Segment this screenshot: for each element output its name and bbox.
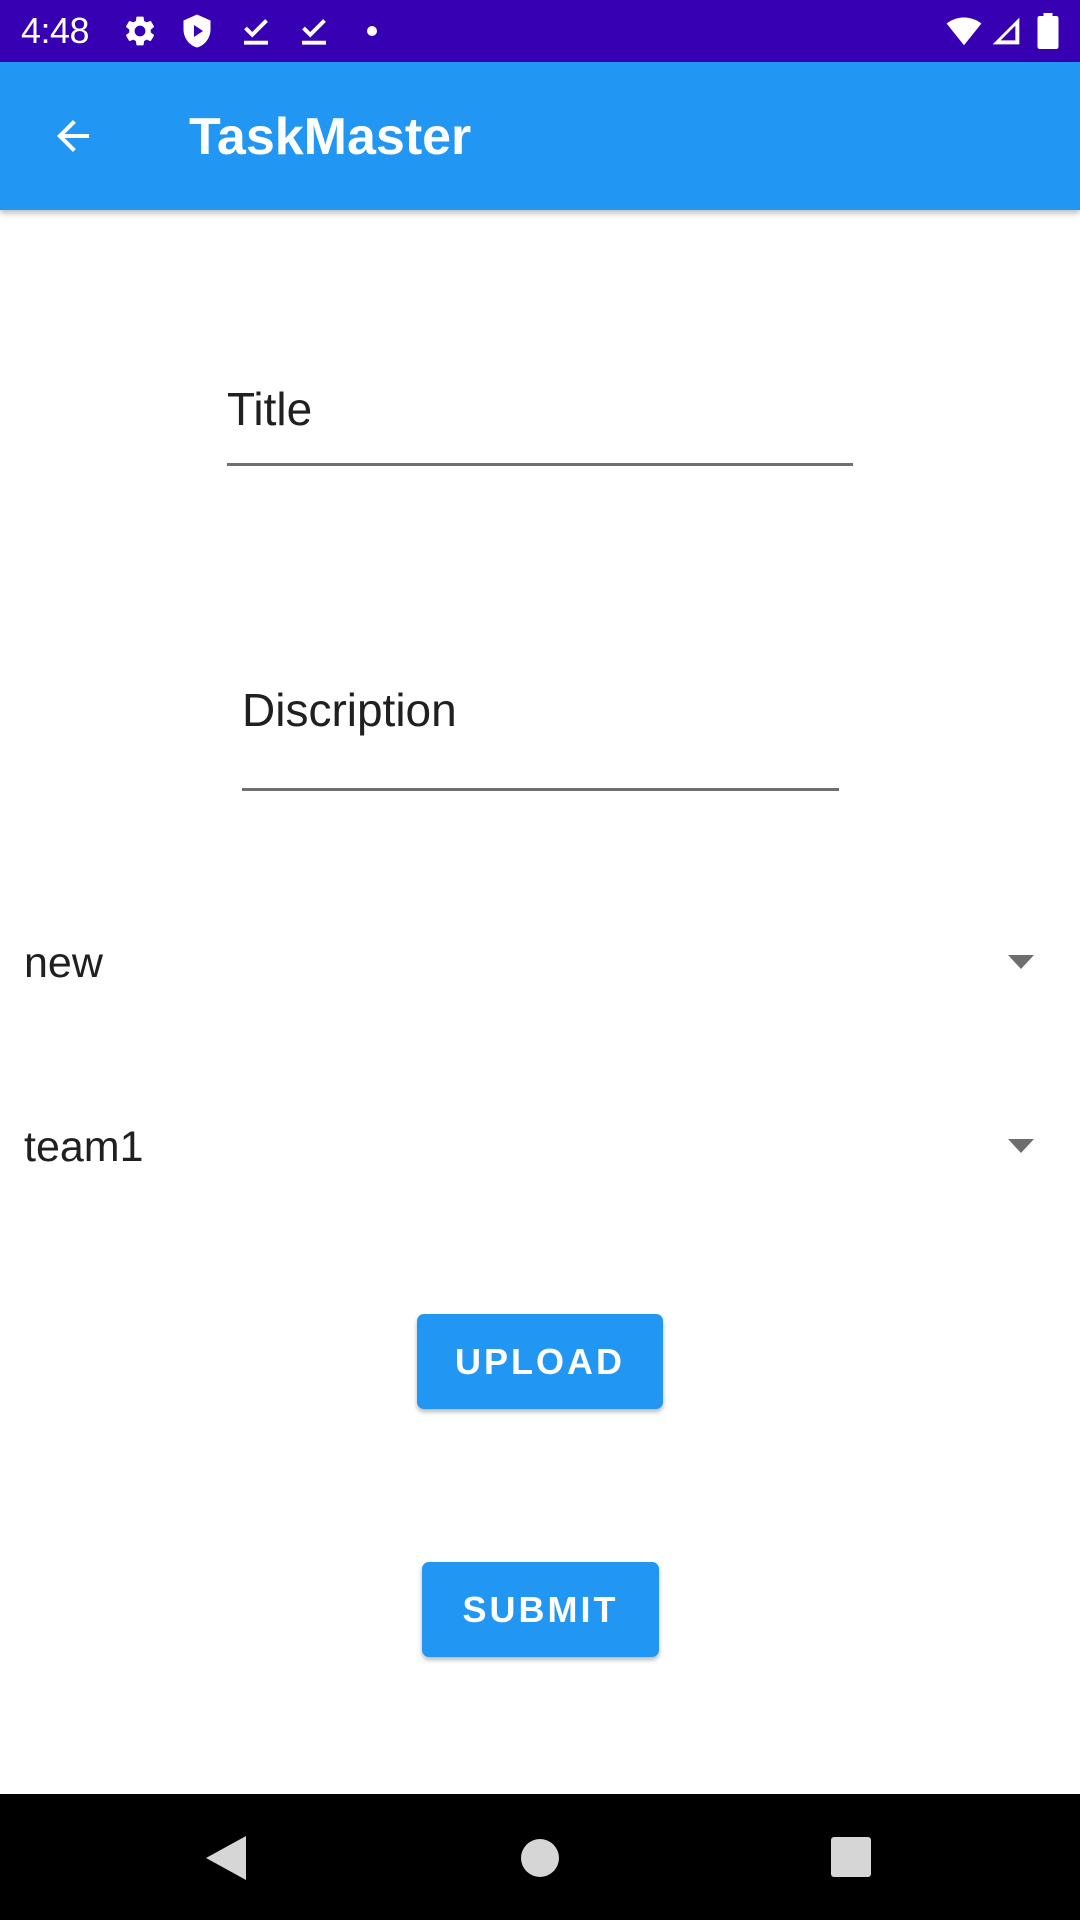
dot-icon — [367, 26, 377, 36]
app-bar: TaskMaster — [0, 62, 1080, 210]
check-download-icon — [302, 19, 326, 45]
recents-square-icon[interactable] — [830, 1836, 872, 1878]
description-placeholder: Discription — [242, 684, 457, 736]
team-spinner[interactable]: team1 — [24, 1103, 1034, 1193]
status-spinner[interactable]: new — [24, 919, 1034, 1009]
status-time: 4:48 — [21, 10, 90, 51]
submit-button[interactable]: SUBMIT — [422, 1562, 659, 1657]
title-placeholder: Title — [227, 383, 313, 435]
back-button[interactable] — [36, 99, 110, 173]
battery-icon — [1037, 13, 1059, 49]
team-spinner-value: team1 — [24, 1123, 144, 1171]
arrow-back-icon — [57, 120, 89, 152]
dropdown-arrow-icon — [1008, 1139, 1034, 1153]
check-download-icon — [244, 19, 268, 45]
signal-icon — [992, 17, 1020, 45]
navigation-bar — [0, 1794, 1080, 1920]
gear-icon — [125, 16, 155, 46]
back-triangle-icon[interactable] — [204, 1834, 248, 1882]
upload-button[interactable]: UPLOAD — [417, 1314, 663, 1409]
wifi-icon — [946, 17, 982, 46]
title-input[interactable]: Title — [227, 378, 853, 466]
dropdown-arrow-icon — [1008, 955, 1034, 969]
app-title: TaskMaster — [189, 108, 472, 166]
status-bar: 4:48 — [0, 0, 1080, 62]
status-spinner-value: new — [24, 939, 103, 987]
description-input[interactable]: Discription — [242, 670, 839, 791]
shield-icon — [183, 14, 211, 48]
home-circle-icon[interactable] — [519, 1837, 561, 1879]
